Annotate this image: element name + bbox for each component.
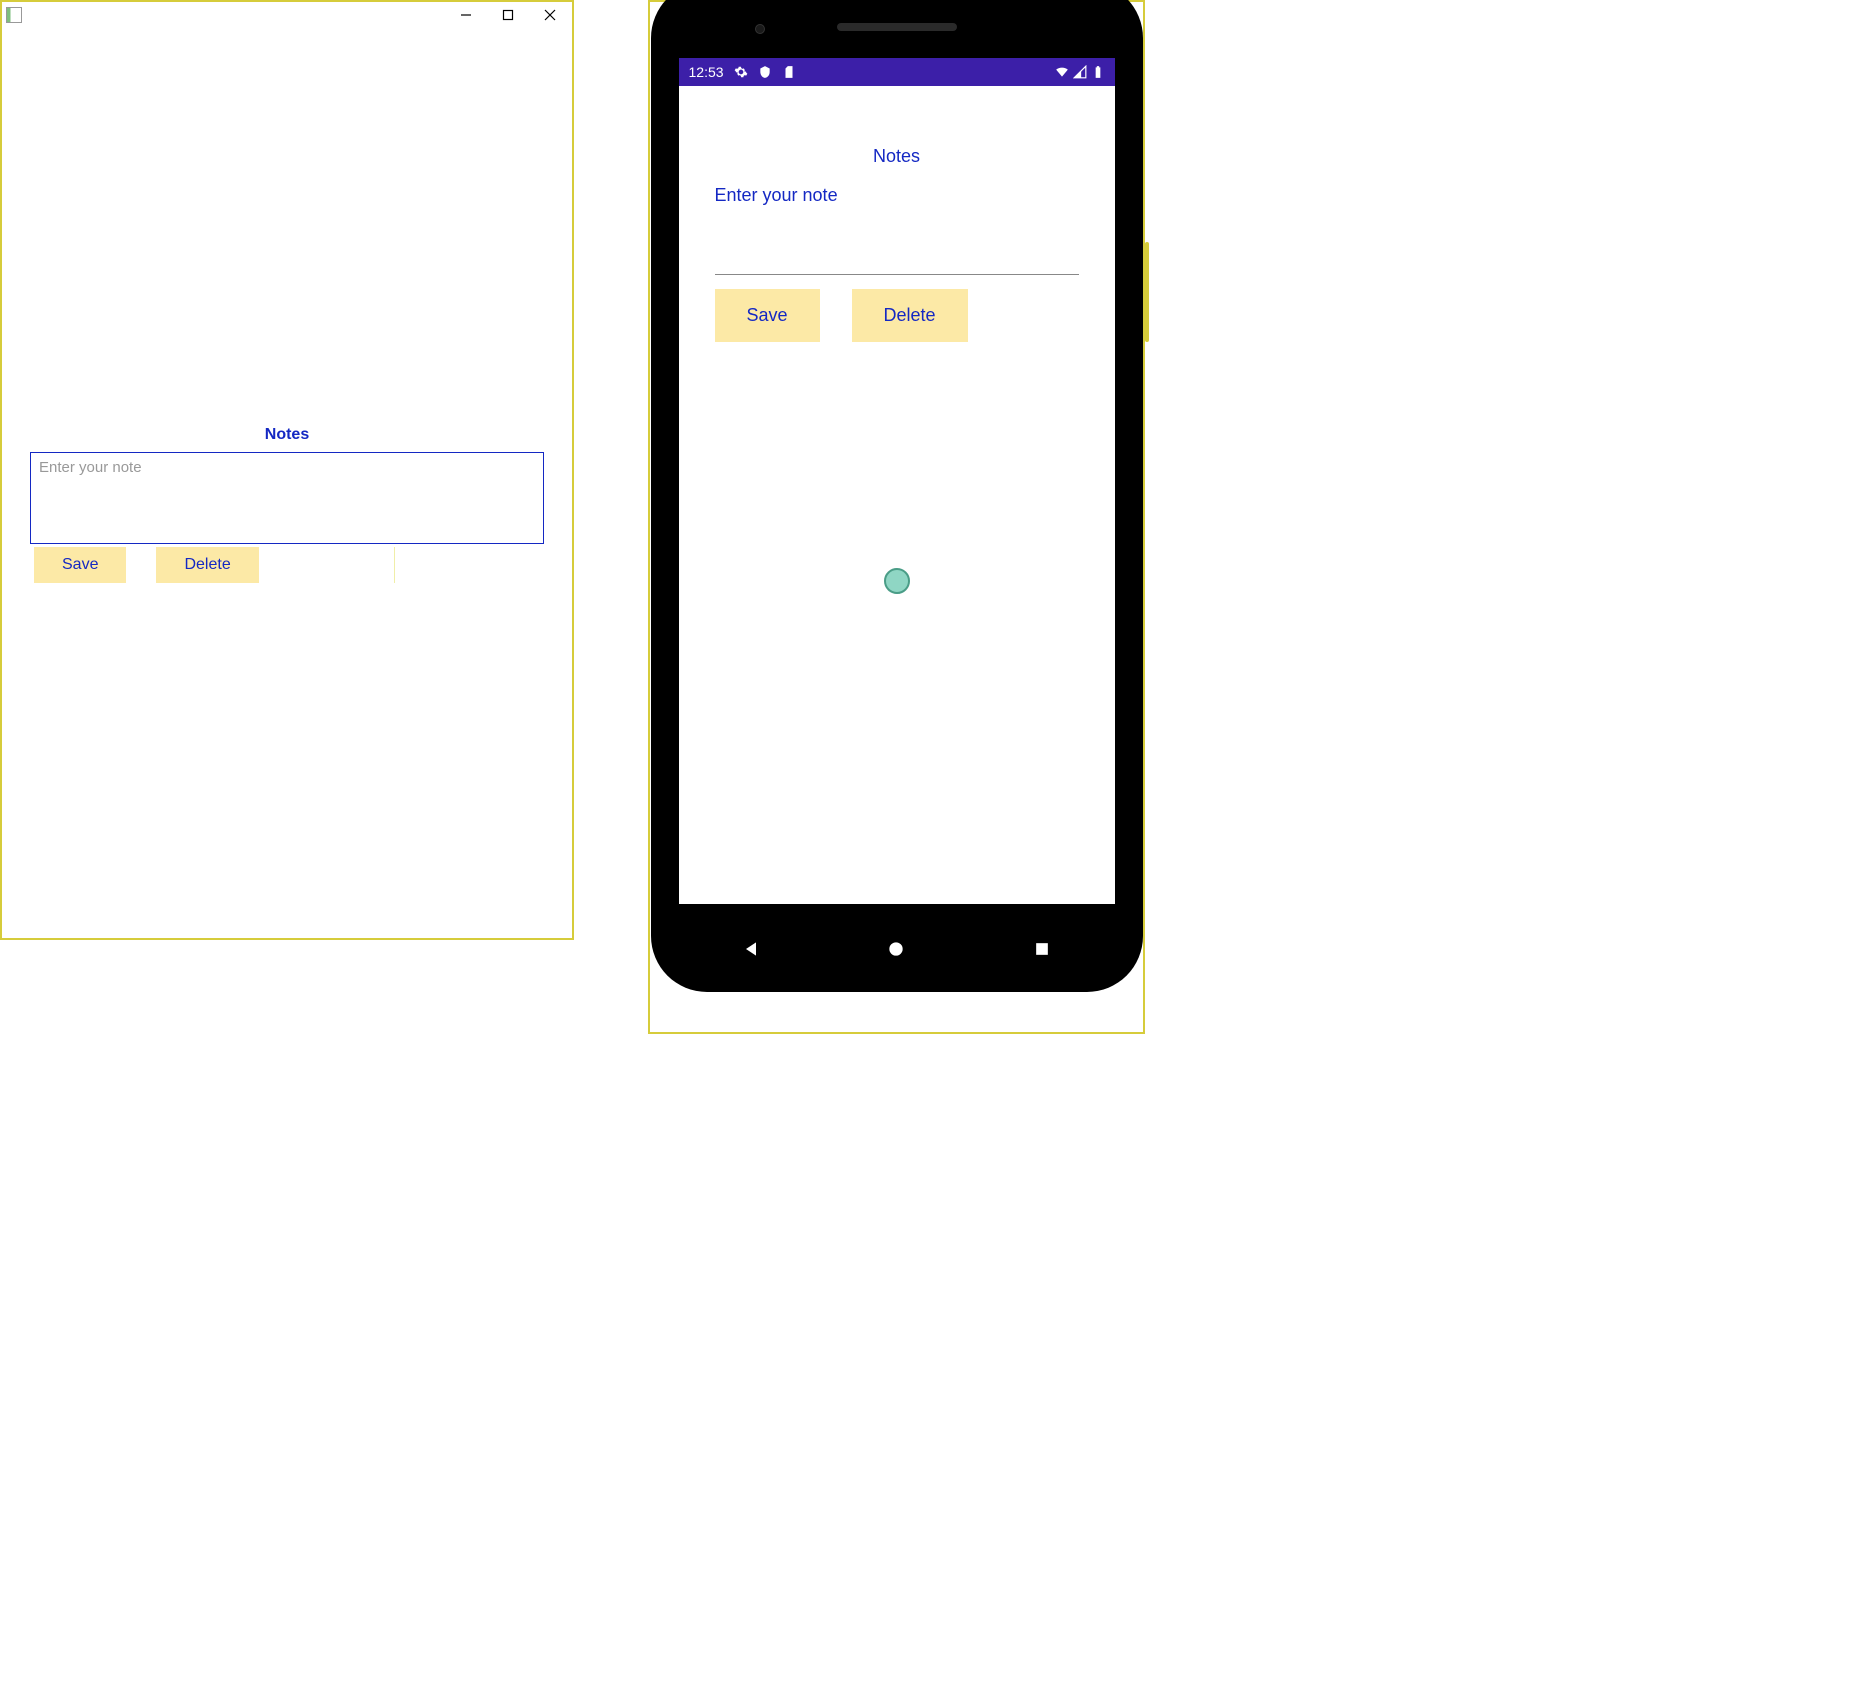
square-recent-icon: [1032, 939, 1052, 959]
nav-bar: [679, 920, 1115, 978]
delete-button[interactable]: Delete: [156, 547, 258, 583]
status-bar: 12:53: [679, 58, 1115, 86]
close-button[interactable]: [540, 6, 560, 24]
app-icon: [6, 7, 22, 23]
spacer: [2, 28, 572, 426]
desktop-content: Notes Save Delete: [2, 28, 572, 583]
minimize-icon: [460, 9, 472, 21]
minimize-button[interactable]: [456, 6, 476, 24]
save-button[interactable]: Save: [34, 547, 126, 583]
titlebar: [2, 2, 572, 28]
recent-button[interactable]: [1032, 939, 1052, 959]
maximize-icon: [502, 9, 514, 21]
phone-frame: 12:53: [648, 0, 1145, 1034]
power-button: [1145, 242, 1149, 342]
triangle-back-icon: [741, 939, 761, 959]
back-button[interactable]: [741, 939, 761, 959]
shield-icon: [758, 65, 772, 79]
note-placeholder: Enter your note: [715, 185, 1079, 206]
phone-body: 12:53: [651, 0, 1143, 992]
home-button[interactable]: [886, 939, 906, 959]
sd-card-icon: [782, 65, 796, 79]
status-time: 12:53: [689, 64, 724, 80]
camera-icon: [755, 24, 765, 34]
notes-title: Notes: [715, 146, 1079, 167]
touch-indicator-icon: [884, 568, 910, 594]
status-right: [1055, 65, 1105, 79]
phone-app-content: Notes Enter your note Save Delete: [679, 86, 1115, 342]
phone-bezel-top: [665, 0, 1129, 58]
phone-screen: 12:53: [679, 58, 1115, 904]
note-input[interactable]: [30, 452, 544, 544]
speaker-icon: [837, 23, 957, 31]
window-controls: [456, 6, 568, 24]
delete-button[interactable]: Delete: [852, 289, 968, 342]
button-row: Save Delete: [715, 289, 1079, 342]
signal-icon: [1073, 65, 1087, 79]
circle-home-icon: [886, 939, 906, 959]
desktop-window: Notes Save Delete: [0, 0, 574, 940]
divider: [394, 547, 395, 583]
close-icon: [544, 9, 556, 21]
save-button[interactable]: Save: [715, 289, 820, 342]
button-row: Save Delete: [2, 547, 572, 583]
wifi-icon: [1055, 65, 1069, 79]
button-row-wrap: Save Delete: [2, 547, 572, 583]
gear-icon: [734, 65, 748, 79]
status-left: 12:53: [689, 64, 796, 80]
battery-icon: [1091, 65, 1105, 79]
notes-title: Notes: [2, 426, 572, 444]
phone-inner: 12:53: [665, 0, 1129, 978]
maximize-button[interactable]: [498, 6, 518, 24]
note-input[interactable]: Enter your note: [715, 185, 1079, 275]
